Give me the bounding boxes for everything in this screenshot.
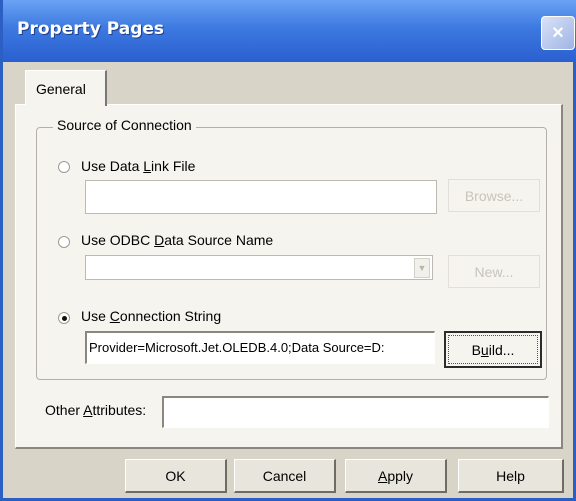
connection-string-label[interactable]: Use Connection String (81, 308, 221, 324)
help-button[interactable]: Help (458, 459, 564, 493)
conn-label-part: onnection String (119, 308, 222, 324)
data-link-file-field[interactable] (85, 180, 437, 214)
data-link-label-accel: L (143, 158, 152, 174)
other-attributes-label: Other Attributes: (45, 402, 146, 418)
source-of-connection-label: Source of Connection (53, 117, 196, 133)
build-label-part: B (471, 341, 481, 358)
browse-button[interactable]: Browse... (448, 179, 540, 212)
build-button[interactable]: Bu ild... (444, 331, 542, 368)
apply-label-part: pply (387, 467, 414, 484)
odbc-dsn-select[interactable] (85, 255, 433, 280)
conn-label-part: Use (81, 308, 110, 324)
build-label-accel: u (480, 341, 489, 358)
close-icon: × (552, 21, 564, 44)
data-link-label-part: Use Data (81, 158, 144, 174)
connection-string-radio[interactable] (58, 312, 70, 324)
odbc-dsn-label[interactable]: Use ODBC Data Source Name (81, 232, 273, 248)
tab-general-label: General (36, 81, 86, 97)
property-pages-dialog: Property Pages × General Source of Conne… (0, 0, 576, 501)
connection-string-field[interactable]: Provider=Microsoft.Jet.OLEDB.4.0;Data So… (85, 331, 435, 364)
title-bar[interactable]: Property Pages × (3, 0, 576, 62)
cancel-button[interactable]: Cancel (234, 459, 336, 493)
close-button[interactable]: × (541, 16, 575, 50)
new-button[interactable]: New... (448, 255, 540, 288)
chevron-down-icon[interactable]: ▼ (414, 258, 430, 278)
build-label-part: ild... (488, 341, 515, 358)
other-attributes-input[interactable] (162, 396, 549, 428)
data-link-file-label[interactable]: Use Data Link File (81, 158, 195, 174)
data-link-label-part: ink File (151, 158, 196, 174)
odbc-dsn-radio[interactable] (58, 236, 70, 248)
tab-general[interactable]: General (25, 70, 107, 106)
other-label-part: ttributes: (92, 402, 147, 418)
conn-label-accel: C (109, 308, 120, 324)
other-label-part: Other (45, 402, 84, 418)
apply-label-accel: A (377, 467, 388, 484)
odbc-label-part: ata Source Name (164, 232, 274, 248)
data-link-file-radio[interactable] (58, 161, 70, 173)
odbc-label-accel: D (154, 232, 165, 248)
odbc-label-part: Use ODBC (81, 232, 155, 248)
window-title: Property Pages (17, 19, 165, 39)
apply-button[interactable]: Apply (345, 459, 447, 493)
ok-button[interactable]: OK (125, 459, 227, 493)
